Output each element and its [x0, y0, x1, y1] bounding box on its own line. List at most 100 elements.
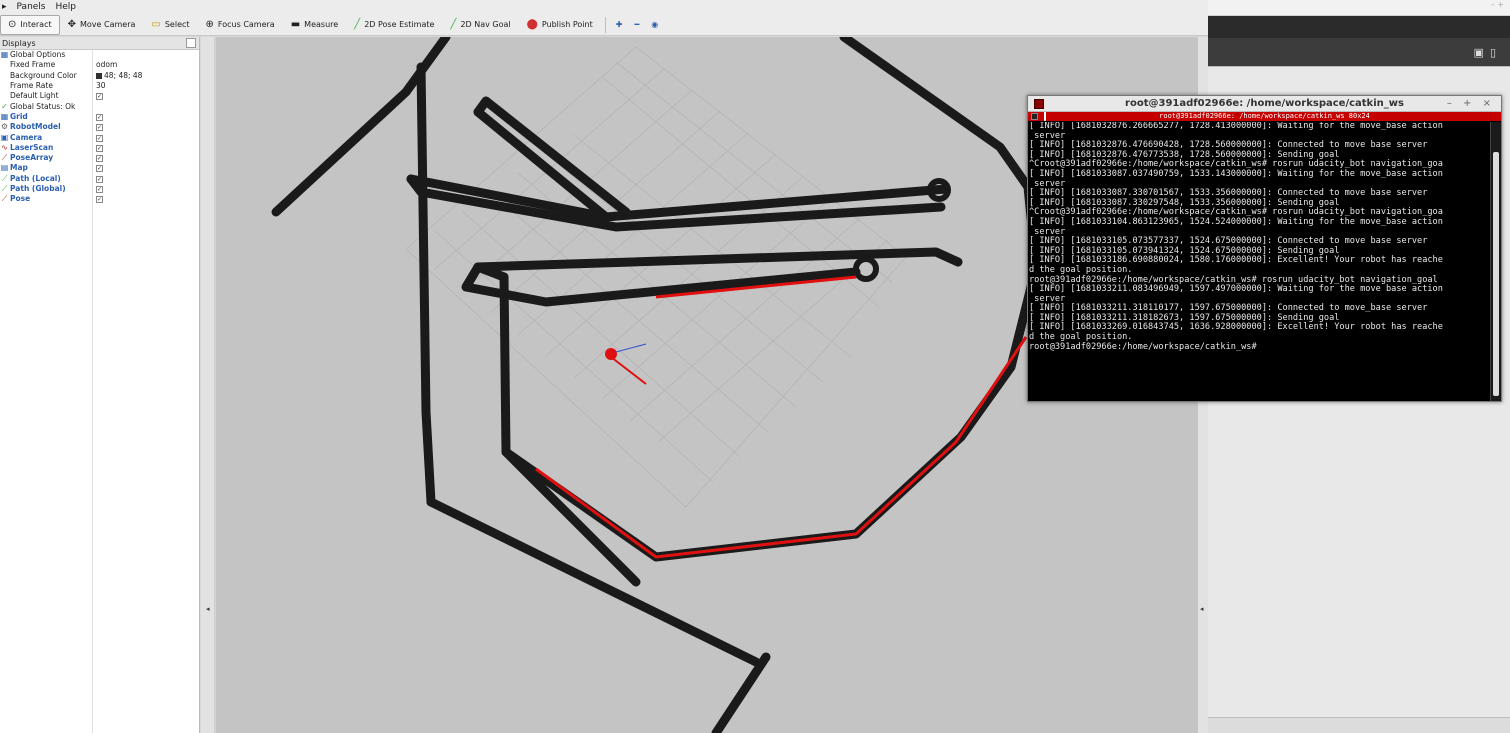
terminal-title: root@391adf02966e: /home/workspace/catki…: [1125, 98, 1404, 109]
interact-icon: ⊙: [8, 18, 17, 30]
terminal-line: [ INFO] [1681033211.083496949, 1597.4970…: [1029, 284, 1443, 295]
tool-label: Publish Point: [541, 20, 593, 29]
pose-estimate-icon: ╱: [354, 18, 361, 30]
terminal-scrollbar[interactable]: [1490, 122, 1501, 401]
tool-focus-camera[interactable]: ⊕ Focus Camera: [198, 15, 283, 35]
display-item-pose[interactable]: ⟋ Pose ✓: [0, 194, 199, 204]
add-tool-icon[interactable]: ✚: [610, 15, 629, 35]
grid-icon: ▦: [0, 111, 9, 121]
toolbar-separator: [604, 16, 606, 33]
display-item-value[interactable]: ✓: [96, 163, 103, 173]
value-text: 30: [96, 81, 106, 91]
panel-close-button[interactable]: [186, 38, 196, 48]
enable-checkbox[interactable]: ✓: [96, 186, 103, 193]
display-item-label: Global Status: Ok: [10, 101, 76, 111]
display-item-value[interactable]: ✓: [96, 91, 103, 101]
collapse-left-arrow-icon[interactable]: ◂: [206, 605, 210, 613]
display-item-value[interactable]: ✓: [96, 174, 103, 184]
camera-icon: ▣: [0, 132, 9, 142]
display-item-value[interactable]: 30: [96, 81, 106, 91]
nav-goal-icon: ╱: [450, 18, 457, 30]
display-item-value[interactable]: ✓: [96, 133, 103, 143]
menu-bar: ▸ Panels Help: [0, 0, 1208, 14]
window-controls-icon[interactable]: – + ×: [1447, 98, 1495, 109]
display-item-value[interactable]: 48; 48; 48: [96, 71, 142, 81]
default-light-row[interactable]: Default Light ✓: [0, 91, 199, 101]
display-item-posearray[interactable]: ⟋ PoseArray ✓: [0, 153, 199, 163]
enable-checkbox[interactable]: ✓: [96, 144, 103, 152]
terminal-window[interactable]: root@391adf02966e: /home/workspace/catki…: [1027, 95, 1502, 402]
display-item-label: PoseArray: [10, 153, 54, 163]
global-options-row[interactable]: ▦ Global Options: [0, 50, 199, 60]
terminal-output[interactable]: [ INFO] [1681032876.266665277, 1728.4130…: [1029, 122, 1490, 401]
display-item-label: Default Light: [10, 91, 59, 101]
display-item-value[interactable]: odom: [96, 60, 117, 70]
tool-2d-nav-goal[interactable]: ╱ 2D Nav Goal: [442, 15, 518, 35]
background-color-row[interactable]: Background Color 48; 48; 48: [0, 71, 199, 81]
tool-measure[interactable]: ▬ Measure: [283, 15, 346, 35]
display-item-value[interactable]: ✓: [96, 153, 103, 163]
tool-publish-point[interactable]: ⬤ Publish Point: [519, 15, 601, 35]
value-text: odom: [96, 60, 118, 70]
tool-select[interactable]: ▭ Select: [143, 15, 197, 35]
terminal-tab[interactable]: root@391adf02966e: /home/workspace/catki…: [1028, 112, 1501, 121]
enable-checkbox[interactable]: ✓: [96, 165, 103, 173]
global-status-row[interactable]: ✓ Global Status: Ok: [0, 101, 199, 111]
remove-tool-icon[interactable]: ━: [628, 15, 645, 35]
display-item-laserscan[interactable]: ∿ LaserScan ✓: [0, 143, 199, 153]
display-item-path-global-[interactable]: ⟋ Path (Global) ✓: [0, 184, 199, 194]
measure-icon: ▬: [290, 18, 301, 30]
menu-file-stub[interactable]: ▸: [2, 2, 7, 12]
tool-options-icon[interactable]: ◉: [645, 15, 664, 35]
background-window-footer: [1208, 717, 1510, 733]
display-item-label: Grid: [10, 111, 28, 121]
display-item-robotmodel[interactable]: ⚙ RobotModel ✓: [0, 122, 199, 132]
display-item-label: Map: [10, 163, 28, 173]
display-item-value[interactable]: ✓: [96, 184, 103, 194]
display-item-map[interactable]: ▤ Map ✓: [0, 163, 199, 173]
robot-model-icon: ⚙: [0, 122, 9, 132]
tool-label: Interact: [20, 20, 52, 29]
tool-2d-pose-estimate[interactable]: ╱ 2D Pose Estimate: [346, 15, 442, 35]
fixed-frame-row[interactable]: Fixed Frame odom: [0, 60, 199, 70]
color-swatch[interactable]: [96, 72, 102, 79]
scrollbar-thumb[interactable]: [1493, 152, 1499, 396]
tool-interact[interactable]: ⊙ Interact: [0, 14, 60, 35]
map-icon: ▤: [0, 163, 9, 173]
enable-checkbox[interactable]: ✓: [96, 124, 103, 132]
terminal-tab-label: root@391adf02966e: /home/workspace/catki…: [1159, 112, 1370, 120]
tool-move-camera[interactable]: ✥ Move Camera: [60, 15, 144, 35]
background-window-titlebar: – +: [1208, 0, 1510, 16]
menu-panels[interactable]: Panels: [17, 2, 46, 12]
collapse-right-arrow-icon[interactable]: ◂: [1200, 605, 1204, 613]
pose-icon: ⟋: [1, 194, 8, 204]
enable-checkbox[interactable]: ✓: [96, 196, 103, 204]
terminal-line: [ INFO] [1681032876.266665277, 1728.4130…: [1029, 122, 1443, 131]
left-dock-bar[interactable]: ◂: [201, 37, 215, 733]
display-item-label: Frame Rate: [10, 81, 53, 91]
displays-title: Displays: [2, 38, 36, 48]
enable-checkbox[interactable]: ✓: [96, 93, 103, 101]
path-local-icon: ⟋: [1, 173, 8, 183]
frame-rate-row[interactable]: Frame Rate 30: [0, 81, 199, 91]
terminal-line: root@391adf02966e:/home/workspace/catkin…: [1029, 341, 1257, 352]
display-item-label: Path (Global): [10, 184, 66, 193]
terminal-titlebar[interactable]: root@391adf02966e: /home/workspace/catki…: [1028, 96, 1501, 112]
display-item-camera[interactable]: ▣ Camera ✓: [0, 132, 199, 142]
display-item-value[interactable]: ✓: [96, 112, 103, 122]
display-item-path-local-[interactable]: ⟋ Path (Local) ✓: [0, 174, 199, 184]
tools-toolbar: ⊙ Interact ✥ Move Camera ▭ Select ⊕ Focus Camer…: [0, 14, 1208, 36]
menu-help[interactable]: Help: [56, 2, 77, 12]
file-icon[interactable]: ▯: [1490, 46, 1496, 59]
display-item-value[interactable]: ✓: [96, 122, 103, 132]
enable-checkbox[interactable]: ✓: [96, 134, 103, 142]
display-item-value[interactable]: ✓: [96, 143, 103, 153]
enable-checkbox[interactable]: ✓: [96, 175, 103, 183]
enable-checkbox[interactable]: ✓: [96, 155, 103, 163]
enable-checkbox[interactable]: ✓: [96, 113, 103, 121]
camera-icon[interactable]: ▣: [1474, 46, 1484, 59]
display-item-grid[interactable]: ▦ Grid ✓: [0, 112, 199, 122]
display-item-label: Fixed Frame: [10, 60, 56, 70]
display-item-value[interactable]: ✓: [96, 194, 103, 204]
display-item-label: Camera: [10, 132, 43, 142]
